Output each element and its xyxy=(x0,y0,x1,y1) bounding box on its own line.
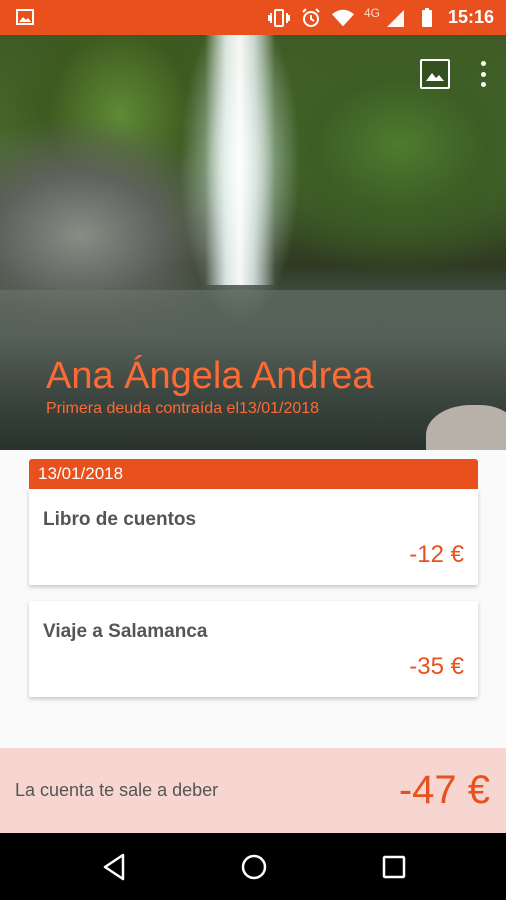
first-debt-date: Primera deuda contraída el13/01/2018 xyxy=(46,400,320,417)
cover-image: Ana Ángela Andrea Primera deuda contraíd… xyxy=(0,35,506,450)
balance-total: -47 € xyxy=(398,768,490,812)
balance-summary: La cuenta te sale a deber -47 € xyxy=(0,748,506,833)
debt-date-group: 13/01/2018 xyxy=(29,459,478,489)
balance-label: La cuenta te sale a deber xyxy=(15,780,219,800)
debt-amount: -12 € xyxy=(409,541,464,568)
change-image-icon[interactable] xyxy=(420,59,450,89)
alarm-icon xyxy=(300,7,322,29)
debt-entry[interactable]: Viaje a Salamanca -35 € xyxy=(29,601,478,697)
wifi-icon xyxy=(331,7,354,29)
home-icon[interactable] xyxy=(238,851,270,883)
debt-amount: -35 € xyxy=(409,653,464,680)
vibrate-icon xyxy=(267,7,290,29)
image-icon xyxy=(16,9,34,25)
debt-title: Libro de cuentos xyxy=(43,509,197,530)
more-options-icon[interactable] xyxy=(478,61,488,87)
signal-icon xyxy=(384,7,406,29)
battery-icon xyxy=(416,7,438,29)
debt-title: Viaje a Salamanca xyxy=(43,621,208,642)
network-type: 4G xyxy=(363,5,380,20)
system-nav-bar xyxy=(0,833,506,900)
recents-icon[interactable] xyxy=(378,851,410,883)
clock: 15:16 xyxy=(447,7,494,27)
person-name: Ana Ángela Andrea xyxy=(46,355,374,397)
waterfall xyxy=(205,35,275,285)
status-bar: 4G 15:16 xyxy=(0,0,506,35)
date-header: 13/01/2018 xyxy=(29,459,478,489)
debt-entry[interactable]: Libro de cuentos -12 € xyxy=(29,489,478,585)
back-icon[interactable] xyxy=(98,851,130,883)
